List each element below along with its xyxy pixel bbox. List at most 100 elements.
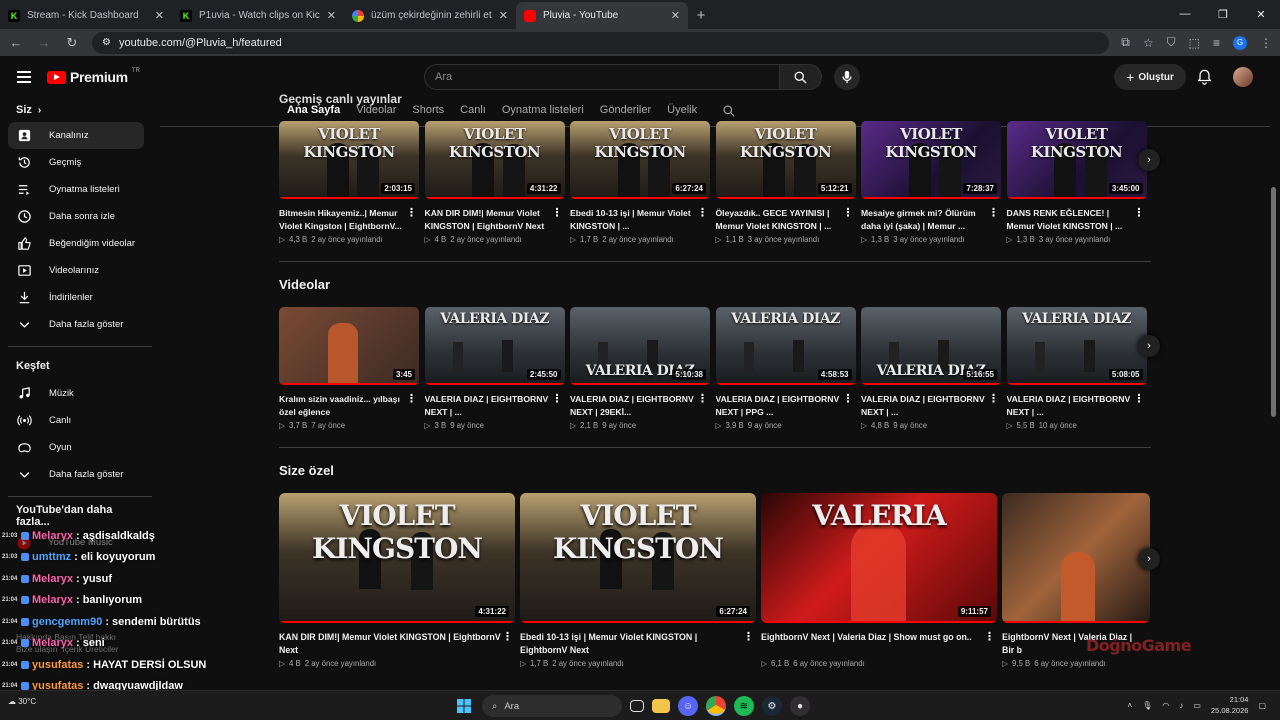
sidebar-item-watch-later[interactable]: Daha sonra izle <box>8 203 144 230</box>
notifications-bell-icon[interactable] <box>1197 69 1212 90</box>
video-thumbnail[interactable] <box>1002 493 1150 623</box>
video-card[interactable]: 3:45 Kralım sizin vaadiniz... yılbaşı öze… <box>279 307 419 430</box>
more-options-icon[interactable]: ⋮ <box>697 393 708 405</box>
reload-icon[interactable]: ↻ <box>64 35 80 51</box>
spotify-icon[interactable]: ≋ <box>734 696 754 716</box>
video-thumbnail[interactable]: VALERIA DIAZ 5:10:38 <box>570 307 710 385</box>
video-title[interactable]: VALERIA DIAZ | EIGHTBORNV NEXT | 29EKİ..… <box>570 394 694 417</box>
install-app-icon[interactable]: ⧉ <box>1121 35 1130 50</box>
video-title[interactable]: KAN DIR DIM!| Memur Violet KINGSTON | Ei… <box>425 208 545 231</box>
video-thumbnail[interactable]: VIOLET KINGSTON 4:31:22 <box>279 493 515 623</box>
sidebar-you-header[interactable]: Siz › <box>0 98 160 122</box>
notification-icon[interactable]: ▢ <box>1258 701 1266 710</box>
carousel-next-button[interactable]: › <box>1138 149 1160 171</box>
forward-icon[interactable]: → <box>36 35 52 50</box>
sidebar-item-chevron-down[interactable]: Daha fazla göster <box>8 311 144 338</box>
video-title[interactable]: Kralım sizin vaadiniz... yılbaşı özel eğ… <box>279 394 400 417</box>
bookmark-star-icon[interactable]: ☆ <box>1143 36 1154 50</box>
video-thumbnail[interactable]: VALERIA DIAZ 2:45:50 <box>424 307 565 385</box>
more-options-icon[interactable]: ⋮ <box>843 393 854 405</box>
video-card[interactable]: VALERIA DIAZ 4:58:53 VALERIA DIAZ | EIGHTB… <box>715 307 856 430</box>
video-thumbnail[interactable]: VIOLET KINGSTON 6:27:24 <box>570 121 710 199</box>
sidebar-item-live[interactable]: Canlı <box>8 407 144 434</box>
voice-search-button[interactable] <box>834 64 860 90</box>
tab-3[interactable]: Canlı <box>460 104 486 116</box>
windows-start-icon[interactable] <box>454 696 474 716</box>
video-card[interactable]: VALERIA DIAZ 5:10:38 VALERIA DIAZ | EIGHTB… <box>570 307 710 430</box>
browser-tab[interactable]: K Stream - Kick Dashboard ✕ <box>0 2 172 29</box>
video-title[interactable]: Bitmesin Hikayemiz..| Memur Violet Kings… <box>279 208 402 231</box>
video-card-large[interactable]: VIOLET KINGSTON 6:27:24 Ebedi 10-13 işi | … <box>520 493 756 668</box>
tab-4[interactable]: Oynatma listeleri <box>502 104 584 116</box>
for-you-section-title[interactable]: Size özel <box>279 463 334 478</box>
video-thumbnail[interactable]: VALERIA 9:11:57 <box>761 493 997 623</box>
extensions-icon[interactable]: ⬚ <box>1189 36 1200 50</box>
video-title[interactable]: Ebedi 10-13 işi | Memur Violet KINGSTON … <box>570 208 691 231</box>
battery-icon[interactable]: ▭ <box>1193 701 1201 710</box>
video-title[interactable]: VALERIA DIAZ | EIGHTBORNV NEXT | PPG ... <box>716 394 840 417</box>
video-title[interactable]: DANS RENK EĞLENCE! | Memur Violet KINGST… <box>1007 208 1123 231</box>
steam-icon[interactable]: ⚙ <box>762 696 782 716</box>
close-tab-icon[interactable]: ✕ <box>155 9 164 22</box>
tab-5[interactable]: Gönderiler <box>600 104 651 116</box>
video-thumbnail[interactable]: VIOLET KINGSTON 3:45:00 <box>1006 121 1147 199</box>
video-thumbnail[interactable]: 3:45 <box>279 307 419 385</box>
more-options-icon[interactable]: ⋮ <box>697 207 708 219</box>
reading-list-icon[interactable]: ≡ <box>1213 36 1220 50</box>
video-card-large[interactable]: VALERIA 9:11:57 EightbornV Next | Valeria … <box>761 493 997 668</box>
video-thumbnail[interactable]: VALERIA DIAZ 5:16:55 <box>861 307 1001 385</box>
video-card[interactable]: VIOLET KINGSTON 4:31:22 KAN DIR DIM!| Memu… <box>424 121 565 244</box>
tab-2[interactable]: Shorts <box>412 104 444 116</box>
weather-widget[interactable]: ☁ 30°C <box>8 697 36 706</box>
volume-icon[interactable]: ♪ <box>1179 701 1183 710</box>
video-card[interactable]: VIOLET KINGSTON 3:45:00 DANS RENK EĞLENCE!… <box>1006 121 1147 244</box>
browser-tab[interactable]: üzüm çekirdeğinin zehirli etkisi ✕ <box>344 2 516 29</box>
video-card-large[interactable]: VIOLET KINGSTON 4:31:22 KAN DIR DIM!| Memu… <box>279 493 515 668</box>
new-tab-button[interactable]: + <box>688 2 714 29</box>
sidebar-item-download[interactable]: İndirilenler <box>8 284 144 311</box>
browser-tab[interactable]: Pluvia - YouTube ✕ <box>516 2 688 29</box>
sidebar-item-your-videos[interactable]: Videolarınız <box>8 257 144 284</box>
sidebar-item-gaming[interactable]: Oyun <box>8 434 144 461</box>
back-icon[interactable]: ← <box>8 35 24 50</box>
video-title[interactable]: EightbornV Next | Valeria Diaz | Show mu… <box>761 632 972 642</box>
file-explorer-icon[interactable] <box>652 699 670 713</box>
obs-icon[interactable]: ● <box>790 696 810 716</box>
video-thumbnail[interactable]: VIOLET KINGSTON 7:28:37 <box>861 121 1001 199</box>
account-avatar[interactable] <box>1233 67 1253 87</box>
more-options-icon[interactable]: ⋮ <box>988 207 999 219</box>
site-info-icon[interactable]: ⚙ <box>102 37 111 48</box>
more-options-icon[interactable]: ⋮ <box>502 631 513 643</box>
search-button[interactable] <box>780 64 822 90</box>
microphone-icon[interactable]: 🎙 <box>1142 701 1152 710</box>
sidebar-item-playlist[interactable]: Oynatma listeleri <box>8 176 144 203</box>
videos-section-title[interactable]: Videolar <box>279 277 330 292</box>
video-thumbnail[interactable]: VALERIA DIAZ 4:58:53 <box>715 307 856 385</box>
more-options-icon[interactable]: ⋮ <box>743 631 754 643</box>
video-title[interactable]: Ebedi 10-13 işi | Memur Violet KINGSTON … <box>520 632 697 655</box>
more-options-icon[interactable]: ⋮ <box>552 393 563 405</box>
more-options-icon[interactable]: ⋮ <box>984 631 995 643</box>
video-title[interactable]: VALERIA DIAZ | EIGHTBORNV NEXT | ... <box>1007 394 1131 417</box>
more-options-icon[interactable]: ⋮ <box>988 393 999 405</box>
task-view-icon[interactable] <box>630 700 644 712</box>
wifi-icon[interactable]: ◠ <box>1162 701 1169 710</box>
video-card[interactable]: VALERIA DIAZ 5:16:55 VALERIA DIAZ | EIGHTB… <box>861 307 1001 430</box>
sidebar-item-channel[interactable]: Kanalınız <box>8 122 144 149</box>
more-options-icon[interactable]: ⋮ <box>1134 393 1145 405</box>
minimize-icon[interactable]: — <box>1166 0 1204 28</box>
video-title[interactable]: VALERIA DIAZ | EIGHTBORNV NEXT | ... <box>861 394 985 417</box>
video-title[interactable]: KAN DIR DIM!| Memur Violet KINGSTON | Ei… <box>279 632 501 655</box>
more-options-icon[interactable]: ⋮ <box>552 207 563 219</box>
video-card[interactable]: VIOLET KINGSTON 5:12:21 Öleyazdık.. GECE Y… <box>715 121 856 244</box>
channel-search-icon[interactable] <box>722 104 736 118</box>
video-card[interactable]: VIOLET KINGSTON 6:27:24 Ebedi 10-13 işi | … <box>570 121 710 244</box>
profile-avatar[interactable]: G <box>1233 35 1247 50</box>
video-card[interactable]: VIOLET KINGSTON 2:03:15 Bitmesin Hikayemiz… <box>279 121 419 244</box>
tab-1[interactable]: Videolar <box>356 104 396 116</box>
restore-icon[interactable]: ❐ <box>1204 0 1242 28</box>
video-title[interactable]: Öleyazdık.. GECE YAYINISI | Memur Violet… <box>716 208 832 231</box>
video-thumbnail[interactable]: VIOLET KINGSTON 2:03:15 <box>279 121 419 199</box>
more-options-icon[interactable]: ⋮ <box>843 207 854 219</box>
more-options-icon[interactable]: ⋮ <box>1134 207 1145 219</box>
